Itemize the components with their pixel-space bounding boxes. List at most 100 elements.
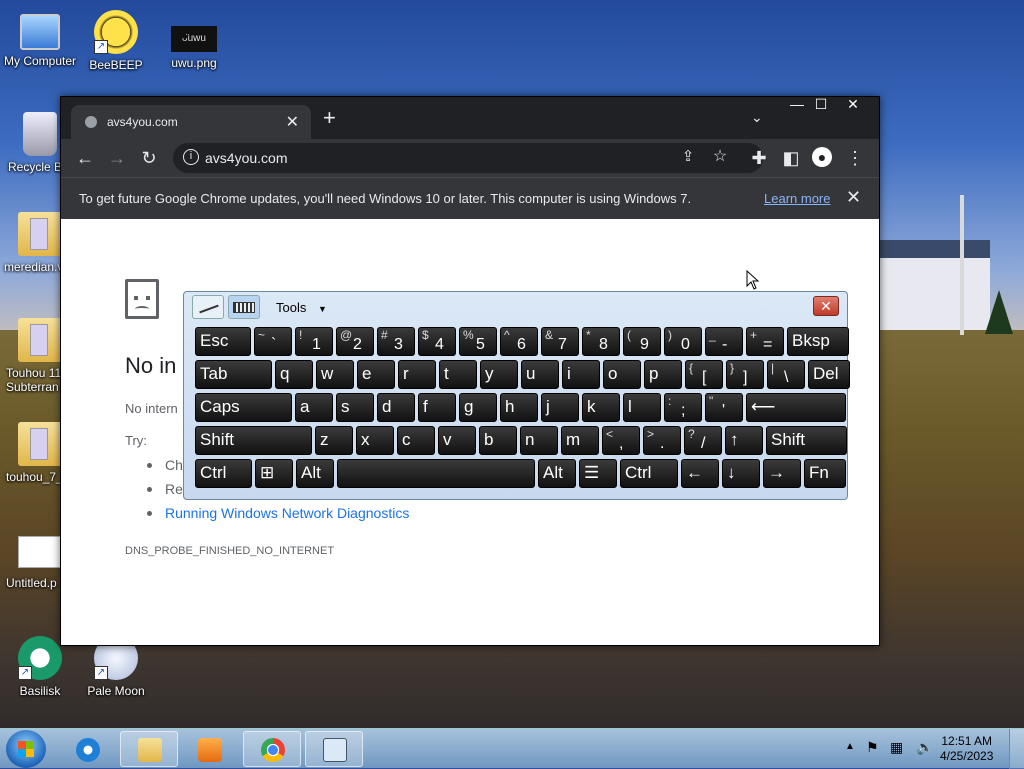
show-hidden-icons-chevron-icon[interactable]: ▲ bbox=[845, 741, 855, 752]
key-tab[interactable]: Tab bbox=[195, 360, 272, 389]
key-[interactable]: :; bbox=[664, 393, 702, 422]
key-1[interactable]: ! 1 bbox=[295, 327, 333, 356]
profile-avatar-icon[interactable]: ● bbox=[812, 147, 832, 167]
key-0[interactable]: ) 0 bbox=[664, 327, 702, 356]
key-n[interactable]: n bbox=[520, 426, 558, 455]
key-9[interactable]: (9 bbox=[623, 327, 661, 356]
keyboard-mode-icon[interactable] bbox=[228, 295, 260, 319]
taskbar-chrome[interactable] bbox=[243, 731, 301, 767]
key-6[interactable]: ^ 6 bbox=[500, 327, 538, 356]
taskbar-on-screen-keyboard[interactable] bbox=[305, 731, 363, 767]
key-m[interactable]: m bbox=[561, 426, 599, 455]
key-[interactable]: ☰ bbox=[579, 459, 617, 488]
key-[interactable]: ⊞ bbox=[255, 459, 293, 488]
key-s[interactable]: s bbox=[336, 393, 374, 422]
key-[interactable]: ↑ bbox=[725, 426, 763, 455]
bookmark-star-icon[interactable]: ☆ bbox=[709, 146, 731, 168]
key-[interactable]: _ - bbox=[705, 327, 743, 356]
key-i[interactable]: i bbox=[562, 360, 600, 389]
key-d[interactable]: d bbox=[377, 393, 415, 422]
key-ctrl[interactable]: Ctrl bbox=[195, 459, 252, 488]
key-alt[interactable]: Alt bbox=[538, 459, 576, 488]
tools-menu[interactable]: Tools ▼ bbox=[276, 300, 327, 315]
address-bar[interactable]: i avs4you.com ⇪ ☆ bbox=[173, 143, 763, 173]
browser-tab[interactable]: avs4you.com ✕ bbox=[71, 105, 311, 139]
key-[interactable]: | \ bbox=[767, 360, 805, 389]
key-o[interactable]: o bbox=[603, 360, 641, 389]
key-bksp[interactable]: Bksp bbox=[787, 327, 849, 356]
key-[interactable]: {[ bbox=[685, 360, 723, 389]
key-3[interactable]: #3 bbox=[377, 327, 415, 356]
share-icon[interactable]: ⇪ bbox=[677, 146, 699, 168]
key-[interactable]: " ' bbox=[705, 393, 743, 422]
key-2[interactable]: @2 bbox=[336, 327, 374, 356]
desktop-icon-my-computer[interactable]: My Computer bbox=[0, 10, 80, 68]
key-[interactable]: <, bbox=[602, 426, 640, 455]
key-del[interactable]: Del bbox=[808, 360, 850, 389]
key-c[interactable]: c bbox=[397, 426, 435, 455]
key-q[interactable]: q bbox=[275, 360, 313, 389]
key-p[interactable]: p bbox=[644, 360, 682, 389]
key-[interactable]: ~ ` bbox=[254, 327, 292, 356]
action-center-flag-icon[interactable]: ⚑ bbox=[866, 739, 879, 756]
key-y[interactable]: y bbox=[480, 360, 518, 389]
osk-close-button[interactable]: ✕ bbox=[813, 296, 839, 316]
key-a[interactable]: a bbox=[295, 393, 333, 422]
key-z[interactable]: z bbox=[315, 426, 353, 455]
key-shift[interactable]: Shift bbox=[195, 426, 312, 455]
forward-arrow-icon[interactable]: → bbox=[106, 147, 128, 169]
key-t[interactable]: t bbox=[439, 360, 477, 389]
maximize-button[interactable]: ☐ bbox=[807, 95, 835, 113]
infobar-close-icon[interactable]: ✕ bbox=[846, 187, 861, 208]
key-b[interactable]: b bbox=[479, 426, 517, 455]
start-button[interactable] bbox=[6, 730, 46, 768]
key-[interactable]: + = bbox=[746, 327, 784, 356]
key-e[interactable]: e bbox=[357, 360, 395, 389]
key-l[interactable]: l bbox=[623, 393, 661, 422]
key-w[interactable]: w bbox=[316, 360, 354, 389]
desktop-icon-beebeep[interactable]: ↗ BeeBEEP bbox=[76, 10, 156, 72]
key-7[interactable]: & 7 bbox=[541, 327, 579, 356]
key-g[interactable]: g bbox=[459, 393, 497, 422]
key-f[interactable]: f bbox=[418, 393, 456, 422]
key-5[interactable]: % 5 bbox=[459, 327, 497, 356]
key-h[interactable]: h bbox=[500, 393, 538, 422]
window-close-button[interactable]: ✕ bbox=[839, 95, 867, 113]
menu-kebab-icon[interactable]: ⋮ bbox=[844, 147, 866, 169]
key-[interactable]: ↓ bbox=[722, 459, 760, 488]
key-8[interactable]: * 8 bbox=[582, 327, 620, 356]
tab-search-chevron-icon[interactable]: ⌄ bbox=[751, 109, 763, 126]
extensions-puzzle-icon[interactable]: ✚ bbox=[748, 147, 770, 169]
key-fn[interactable]: Fn bbox=[804, 459, 846, 488]
reload-icon[interactable]: ↻ bbox=[138, 147, 160, 169]
taskbar-media-player[interactable] bbox=[180, 731, 238, 767]
clock[interactable]: 12:51 AM 4/25/2023 bbox=[940, 734, 993, 764]
handwriting-mode-icon[interactable] bbox=[192, 295, 224, 319]
chrome-titlebar[interactable]: avs4you.com ✕ + ⌄ — ☐ ✕ bbox=[61, 95, 879, 139]
key-[interactable]: >. bbox=[643, 426, 681, 455]
key-alt[interactable]: Alt bbox=[296, 459, 334, 488]
key-shift[interactable]: Shift bbox=[766, 426, 847, 455]
back-arrow-icon[interactable]: ← bbox=[74, 147, 96, 169]
learn-more-link[interactable]: Learn more bbox=[764, 191, 830, 206]
key-ctrl[interactable]: Ctrl bbox=[620, 459, 678, 488]
key-caps[interactable]: Caps bbox=[195, 393, 292, 422]
key-space[interactable] bbox=[337, 459, 535, 488]
show-desktop-button[interactable] bbox=[1009, 729, 1024, 769]
network-icon[interactable]: ▦ bbox=[890, 739, 903, 756]
key-r[interactable]: r bbox=[398, 360, 436, 389]
side-panel-icon[interactable]: ◧ bbox=[780, 147, 802, 169]
key-j[interactable]: j bbox=[541, 393, 579, 422]
key-[interactable]: → bbox=[763, 459, 801, 488]
key-[interactable]: ⟵ bbox=[746, 393, 846, 422]
new-tab-button[interactable]: + bbox=[323, 107, 336, 129]
key-[interactable]: ? / bbox=[684, 426, 722, 455]
desktop-icon-uwu-png[interactable]: ᴗ̈uwu uwu.png bbox=[154, 10, 234, 70]
key-[interactable]: }] bbox=[726, 360, 764, 389]
key-esc[interactable]: Esc bbox=[195, 327, 251, 356]
key-u[interactable]: u bbox=[521, 360, 559, 389]
site-info-icon[interactable]: i bbox=[183, 149, 199, 165]
key-v[interactable]: v bbox=[438, 426, 476, 455]
key-[interactable]: ← bbox=[681, 459, 719, 488]
taskbar-file-explorer[interactable] bbox=[120, 731, 178, 767]
